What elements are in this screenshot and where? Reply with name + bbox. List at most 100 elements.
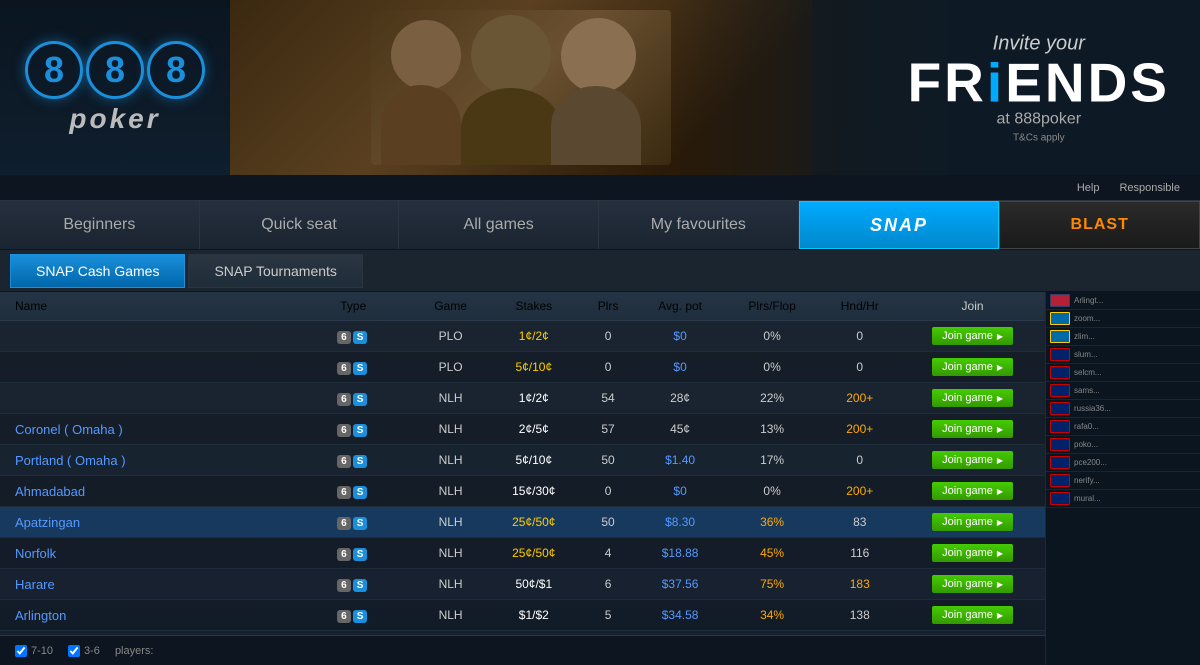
row-game: NLH [414,476,487,507]
row-plrs-flop: 36% [725,507,820,538]
sidebar-player-item: zlim... [1046,328,1200,346]
row-avg-pot: $0 [635,321,724,352]
row-plrs-flop: 22% [725,383,820,414]
row-name: Harare [0,569,292,600]
row-stakes: 5¢/10¢ [487,445,581,476]
row-stakes: 25¢/50¢ [487,507,581,538]
join-game-button[interactable]: Join game [932,575,1013,593]
join-game-button[interactable]: Join game [932,513,1013,531]
logo-poker: poker [69,103,160,135]
join-game-button[interactable]: Join game [932,420,1013,438]
tab-blast[interactable]: BLAST [999,201,1200,249]
game-table: Name Type Game Stakes Plrs Avg. pot Plrs… [0,292,1045,665]
logo-888: 8 8 8 [25,41,205,99]
row-type: 6S [292,352,414,383]
row-plrs-flop: 34% [725,600,820,631]
row-name [0,352,292,383]
row-name [0,321,292,352]
responsible-link[interactable]: Responsible [1119,182,1180,194]
sidebar-player-name: sams... [1074,386,1100,395]
tab-quick-seat[interactable]: Quick seat [200,201,400,249]
col-header-join: Join [900,292,1045,321]
row-stakes: 1¢/2¢ [487,383,581,414]
row-avg-pot: $34.58 [635,600,724,631]
row-name: Coronel ( Omaha ) [0,414,292,445]
banner-area: Invite your FRiENDS at 888poker T&Cs app… [230,0,1200,175]
row-avg-pot: 45¢ [635,414,724,445]
join-game-button[interactable]: Join game [932,544,1013,562]
row-type: 6S [292,383,414,414]
sidebar-player-name: poko... [1074,440,1098,449]
sidebar-player-item: poko... [1046,436,1200,454]
row-avg-pot: $0 [635,476,724,507]
sidebar-player-item: Arlingt... [1046,292,1200,310]
join-game-button[interactable]: Join game [932,482,1013,500]
tab-beginners[interactable]: Beginners [0,201,200,249]
join-game-button[interactable]: Join game [932,358,1013,376]
join-game-button[interactable]: Join game [932,606,1013,624]
sub-tab-snap-cash[interactable]: SNAP Cash Games [10,254,185,288]
table-row: Ahmadabad6SNLH15¢/30¢0$00%200+Join game [0,476,1045,507]
row-hnd-hr: 138 [819,600,900,631]
row-join: Join game [900,414,1045,445]
join-game-button[interactable]: Join game [932,451,1013,469]
sidebar-player-name: nerify... [1074,476,1100,485]
header: 8 8 8 poker [0,0,1200,175]
row-avg-pot: 28¢ [635,383,724,414]
row-hnd-hr: 0 [819,352,900,383]
row-type: 6S [292,321,414,352]
row-hnd-hr: 200+ [819,383,900,414]
row-plrs: 57 [581,414,636,445]
row-hnd-hr: 116 [819,538,900,569]
table-row: Harare6SNLH50¢/$16$37.5675%183Join game [0,569,1045,600]
sub-nav: SNAP Cash Games SNAP Tournaments [0,250,1200,292]
sidebar-player-name: mural... [1074,494,1101,503]
sidebar-player-item: rafa0... [1046,418,1200,436]
row-hnd-hr: 200+ [819,476,900,507]
row-plrs-flop: 45% [725,538,820,569]
checkbox-7-10[interactable]: 7-10 [15,645,53,657]
join-game-button[interactable]: Join game [932,389,1013,407]
row-type: 6S [292,445,414,476]
help-link[interactable]: Help [1077,182,1100,194]
row-plrs: 0 [581,352,636,383]
players-label: players: [115,645,154,657]
checkbox-3-6[interactable]: 3-6 [68,645,100,657]
row-stakes: 50¢/$1 [487,569,581,600]
row-plrs: 54 [581,383,636,414]
row-game: NLH [414,414,487,445]
col-header-game[interactable]: Game [414,292,487,321]
col-header-plrs: Plrs [581,292,636,321]
table-row: 6SPLO5¢/10¢0$00%0Join game [0,352,1045,383]
tab-all-games[interactable]: All games [399,201,599,249]
row-join: Join game [900,600,1045,631]
row-stakes: 15¢/30¢ [487,476,581,507]
row-hnd-hr: 200+ [819,414,900,445]
col-header-avg-pot: Avg. pot [635,292,724,321]
row-hnd-hr: 0 [819,445,900,476]
row-join: Join game [900,321,1045,352]
sidebar-player-item: pce200... [1046,454,1200,472]
tc-text: T&Cs apply [908,132,1170,143]
row-stakes: $1/$2 [487,600,581,631]
row-avg-pot: $8.30 [635,507,724,538]
tab-my-favourites[interactable]: My favourites [599,201,799,249]
row-type: 6S [292,600,414,631]
col-header-name: Name [0,292,292,321]
row-join: Join game [900,383,1045,414]
join-game-button[interactable]: Join game [932,327,1013,345]
row-join: Join game [900,476,1045,507]
tab-snap[interactable]: SNAP [799,201,1000,249]
row-plrs: 4 [581,538,636,569]
table-row: Arlington6SNLH$1/$25$34.5834%138Join gam… [0,600,1045,631]
row-plrs: 50 [581,507,636,538]
sub-tab-snap-tournaments[interactable]: SNAP Tournaments [188,254,362,288]
row-type: 6S [292,538,414,569]
row-game: NLH [414,569,487,600]
row-plrs: 50 [581,445,636,476]
logo-area: 8 8 8 poker [0,0,230,175]
row-type: 6S [292,569,414,600]
table-container: Name Type Game Stakes Plrs Avg. pot Plrs… [0,292,1045,665]
sidebar-player-name: zoom... [1074,314,1100,323]
row-name: Apatzingan [0,507,292,538]
